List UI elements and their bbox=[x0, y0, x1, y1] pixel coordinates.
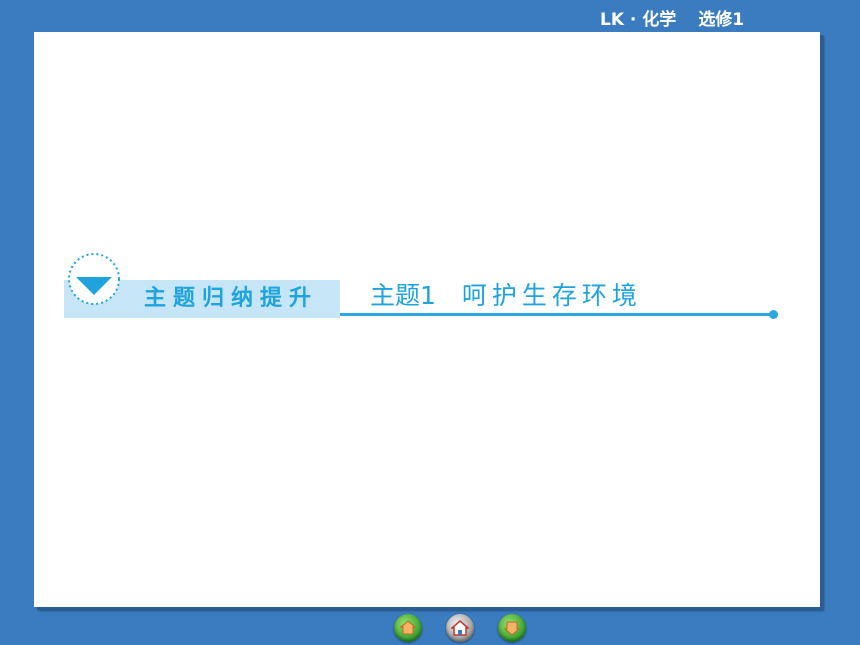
navigation-bar bbox=[394, 614, 526, 642]
banner-label: 主题归纳提升 bbox=[144, 285, 319, 311]
home-button[interactable] bbox=[446, 614, 474, 642]
title-underline-dot bbox=[769, 310, 778, 319]
home-arrow-left-icon bbox=[399, 620, 417, 635]
section-banner: 主题归纳提升 bbox=[64, 253, 340, 318]
dotted-triangle-icon bbox=[68, 253, 120, 305]
topic-number: 主题1 bbox=[370, 281, 436, 310]
course-header: LK · 化学 选修1 bbox=[600, 6, 850, 30]
topic-name: 呵护生存环境 bbox=[461, 281, 642, 310]
topic-title: 主题1 呵护生存环境 bbox=[370, 279, 642, 313]
slide-canvas: 主题归纳提升 主题1 呵护生存环境 bbox=[34, 32, 820, 607]
next-page-button[interactable] bbox=[498, 614, 526, 642]
title-underline bbox=[340, 313, 770, 316]
house-icon bbox=[451, 620, 469, 636]
prev-page-button[interactable] bbox=[394, 614, 422, 642]
publisher-label: LK · 化学 bbox=[600, 9, 677, 30]
home-arrow-right-icon bbox=[503, 621, 521, 636]
volume-label: 选修1 bbox=[698, 9, 745, 30]
